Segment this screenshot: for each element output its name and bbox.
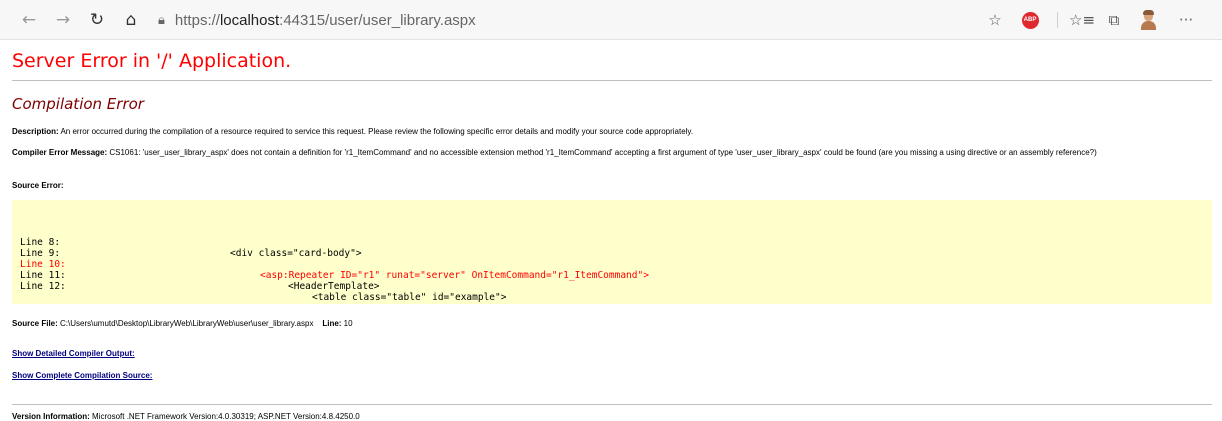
compiler-message: Compiler Error Message: CS1061: 'user_us… xyxy=(12,148,1207,157)
line-value: 10 xyxy=(341,319,353,328)
url-host: localhost xyxy=(219,11,280,29)
description: Description: An error occurred during th… xyxy=(12,127,693,136)
source-file-path: C:\Users\umutd\Desktop\LibraryWeb\Librar… xyxy=(57,319,314,328)
browser-toolbar: ← → ↻ ⌂ 🔒︎ https://localhost:44315/user/… xyxy=(0,0,1222,40)
code-line-source: <asp:Repeater ID="r1" runat="server" OnI… xyxy=(260,270,649,281)
toolbar-separator xyxy=(1057,12,1058,28)
url-scheme: https:// xyxy=(174,11,220,29)
code-line-source: <table class="table" id="example"> xyxy=(312,292,507,303)
home-icon[interactable]: ⌂ xyxy=(120,9,142,31)
line-label: Line: xyxy=(322,319,342,328)
error-subtitle: Compilation Error xyxy=(12,95,144,113)
forward-arrow-icon[interactable]: → xyxy=(52,9,74,31)
code-line-number: Line 12: xyxy=(20,281,66,292)
address-url[interactable]: https://localhost:44315/user/user_librar… xyxy=(175,12,476,29)
source-error-label: Source Error: xyxy=(12,181,64,190)
compiler-message-label: Compiler Error Message: xyxy=(12,148,108,157)
show-detailed-compiler-output-link[interactable]: Show Detailed Compiler Output: xyxy=(12,349,135,358)
code-line-source: <div class="card-body"> xyxy=(230,248,362,259)
favorites-list-icon[interactable]: ☆≡ xyxy=(1069,10,1095,30)
description-text: An error occurred during the compilation… xyxy=(58,127,694,136)
code-line: Line 12: <table class="table" id="exampl… xyxy=(20,270,506,314)
adblock-icon[interactable]: ABP xyxy=(1020,10,1040,30)
star-favorite-icon[interactable]: ☆ xyxy=(985,10,1005,30)
refresh-icon[interactable]: ↻ xyxy=(86,9,108,31)
source-file: Source File: C:\Users\umutd\Desktop\Libr… xyxy=(12,319,353,328)
title-divider xyxy=(12,80,1212,81)
profile-avatar[interactable] xyxy=(1138,10,1158,30)
version-info: Version Information: Microsoft .NET Fram… xyxy=(12,412,360,421)
url-path: :44315/user/user_library.aspx xyxy=(279,11,476,29)
avatar-icon xyxy=(1139,10,1157,30)
footer-divider xyxy=(12,404,1212,405)
compiler-message-text: CS1061: 'user_user_library_aspx' does no… xyxy=(107,148,1097,157)
source-file-label: Source File: xyxy=(12,319,58,328)
source-error-heading: Source Error: xyxy=(12,181,64,190)
version-label: Version Information: xyxy=(12,412,90,421)
page-title: Server Error in '/' Application. xyxy=(12,50,292,72)
description-label: Description: xyxy=(12,127,59,136)
more-menu-icon[interactable]: ··· xyxy=(1176,10,1196,30)
version-text: Microsoft .NET Framework Version:4.0.303… xyxy=(89,412,360,421)
code-line-source: <HeaderTemplate> xyxy=(288,281,380,292)
source-code-box: Line 8: <div class="card-body"> Line 9: … xyxy=(12,200,1212,304)
address-bar[interactable]: 🔒︎ https://localhost:44315/user/user_lib… xyxy=(158,7,476,33)
show-complete-compilation-source-link[interactable]: Show Complete Compilation Source: xyxy=(12,371,152,380)
collections-icon[interactable]: ⧉ xyxy=(1104,10,1124,30)
back-arrow-icon[interactable]: ← xyxy=(18,9,40,31)
lock-icon: 🔒︎ xyxy=(158,12,165,28)
adblock-badge: ABP xyxy=(1021,11,1039,29)
